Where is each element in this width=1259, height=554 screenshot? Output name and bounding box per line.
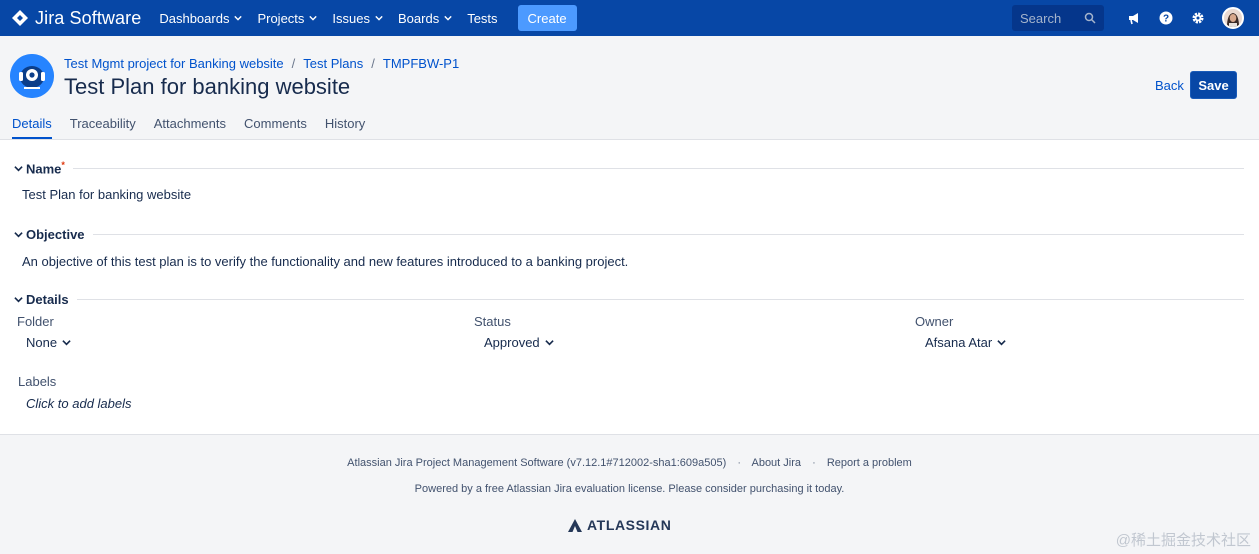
footer-license-text[interactable]: Powered by a free Atlassian Jira evaluat…	[415, 483, 845, 495]
section-divider	[76, 299, 1244, 300]
notifications-button[interactable]	[1118, 5, 1150, 31]
status-dropdown[interactable]: Approved	[484, 335, 554, 350]
section-divider	[72, 167, 1244, 169]
footer-license: Powered by a free Atlassian Jira evaluat…	[0, 483, 1259, 495]
back-link[interactable]: Back	[1155, 78, 1184, 93]
folder-value: None	[26, 335, 58, 350]
search-input[interactable]: Search	[1012, 5, 1104, 31]
add-labels-link[interactable]: Click to add labels	[26, 396, 132, 411]
nav-boards-label: Boards	[398, 10, 440, 26]
nav-tests[interactable]: Tests	[467, 11, 497, 26]
about-jira-link[interactable]: About Jira	[751, 457, 801, 469]
page-header: Test Mgmt project for Banking website / …	[0, 36, 1259, 140]
nav-projects-label: Projects	[257, 10, 305, 26]
chevron-down-icon	[14, 232, 23, 238]
project-avatar[interactable]	[10, 54, 54, 98]
chevron-down-icon	[62, 340, 71, 346]
chevron-down-icon	[14, 165, 23, 172]
owner-label: Owner	[915, 314, 954, 329]
breadcrumb: Test Mgmt project for Banking website / …	[64, 56, 459, 71]
gear-icon	[1192, 12, 1204, 24]
owner-dropdown[interactable]: Afsana Atar	[925, 335, 1006, 350]
chevron-down-icon	[234, 15, 243, 21]
section-divider	[92, 234, 1244, 235]
details-section-label: Details	[26, 292, 69, 307]
help-button[interactable]: ?	[1150, 5, 1182, 31]
jira-logo[interactable]: Jira Software	[11, 8, 141, 29]
nav-dashboards[interactable]: Dashboards	[159, 10, 243, 26]
chevron-down-icon	[309, 15, 318, 21]
nav-boards[interactable]: Boards	[398, 11, 452, 26]
footer-version-text[interactable]: Atlassian Jira Project Management Softwa…	[347, 457, 726, 469]
breadcrumb-test-plans[interactable]: Test Plans	[303, 56, 363, 71]
chevron-down-icon	[544, 340, 554, 346]
chevron-down-icon	[997, 340, 1006, 346]
nav-tests-label: Tests	[467, 10, 498, 26]
name-section-label: Name*	[26, 160, 65, 176]
details-section-toggle[interactable]: Details	[14, 292, 1244, 307]
tab-traceability[interactable]: Traceability	[70, 116, 136, 139]
details-panel: Name* Test Plan for banking website Obje…	[0, 140, 1259, 435]
user-avatar-icon	[1224, 9, 1242, 27]
report-problem-link[interactable]: Report a problem	[827, 457, 912, 469]
chevron-down-icon	[444, 15, 452, 21]
create-button[interactable]: Create	[517, 5, 577, 31]
atlassian-mark-icon	[568, 518, 582, 532]
tab-bar: Details Traceability Attachments Comment…	[12, 116, 365, 139]
watermark: @稀土掘金技术社区	[1115, 532, 1251, 549]
footer-links: Atlassian Jira Project Management Softwa…	[0, 457, 1259, 469]
status-label: Status	[474, 314, 511, 329]
footer-separator: ·	[737, 457, 742, 469]
page-title: Test Plan for banking website	[64, 74, 351, 99]
search-placeholder: Search	[1020, 10, 1062, 26]
tab-attachments[interactable]: Attachments	[154, 116, 226, 139]
objective-section-toggle[interactable]: Objective	[14, 227, 1244, 242]
folder-dropdown[interactable]: None	[26, 335, 71, 350]
breadcrumb-separator: /	[371, 56, 375, 71]
robot-icon	[10, 54, 54, 98]
name-label-text: Name	[26, 161, 62, 177]
objective-section-label: Objective	[26, 227, 85, 242]
app-name: Jira Software	[35, 7, 142, 28]
save-button[interactable]: Save	[1190, 71, 1237, 99]
status-value: Approved	[484, 335, 540, 350]
tab-history[interactable]: History	[325, 116, 365, 139]
nav-dashboards-label: Dashboards	[159, 10, 230, 26]
jira-diamond-icon	[12, 10, 28, 26]
svg-text:?: ?	[1163, 14, 1169, 25]
nav-issues-label: Issues	[332, 10, 370, 26]
settings-button[interactable]	[1182, 5, 1214, 31]
labels-label: Labels	[18, 374, 57, 389]
footer-separator: ·	[812, 457, 816, 469]
atlassian-logo[interactable]: ATLASSIAN	[568, 517, 671, 533]
breadcrumb-key[interactable]: TMPFBW-P1	[383, 56, 459, 71]
folder-label: Folder	[17, 314, 54, 329]
breadcrumb-separator: /	[291, 56, 296, 71]
name-value[interactable]: Test Plan for banking website	[22, 187, 191, 202]
nav-issues[interactable]: Issues	[332, 11, 383, 26]
owner-value: Afsana Atar	[925, 335, 993, 350]
chevron-down-icon	[14, 297, 23, 303]
atlassian-brand-text: ATLASSIAN	[587, 517, 672, 533]
tab-comments[interactable]: Comments	[244, 116, 307, 139]
top-navigation-bar: Jira Software Dashboards Projects Issues…	[0, 0, 1259, 36]
tab-details[interactable]: Details	[12, 116, 52, 139]
megaphone-icon	[1129, 13, 1138, 25]
search-icon	[1084, 12, 1096, 24]
objective-value[interactable]: An objective of this test plan is to ver…	[22, 254, 628, 269]
breadcrumb-project[interactable]: Test Mgmt project for Banking website	[64, 56, 284, 71]
chevron-down-icon	[375, 15, 383, 21]
help-icon: ?	[1159, 11, 1173, 25]
required-marker: *	[61, 160, 65, 170]
name-section-toggle[interactable]: Name*	[14, 160, 1244, 176]
nav-projects[interactable]: Projects	[257, 10, 318, 26]
user-avatar[interactable]	[1222, 7, 1244, 29]
